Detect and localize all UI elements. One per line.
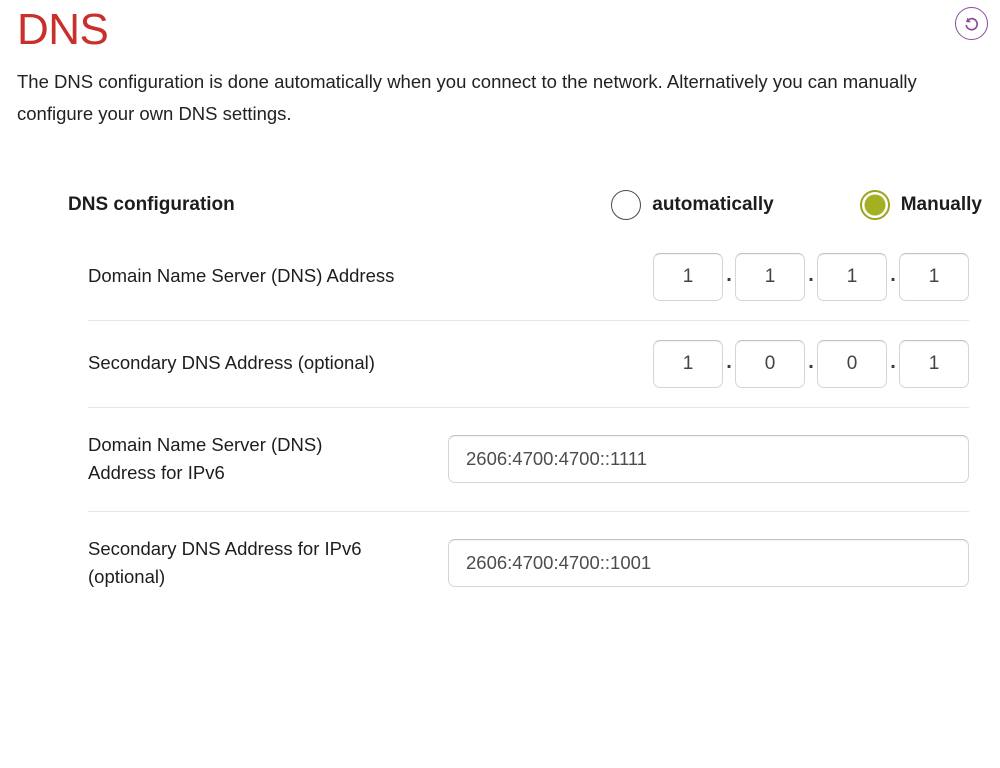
octet-separator: . [726,263,732,286]
secondary-dns-address-ipv6-label-line1: Secondary DNS Address for IPv6 [88,537,362,559]
dns-address-ipv6-label: Domain Name Server (DNS) Address for IPv… [88,431,440,488]
octet-separator: . [890,263,896,286]
dns-address-label: Domain Name Server (DNS) Address [88,265,395,287]
secondary-dns-address-octet-3[interactable]: 0 [817,339,887,388]
page-title: DNS [17,5,109,54]
secondary-dns-address-octet-group: 1 . 0 . 0 . 1 [653,339,969,388]
secondary-dns-address-ipv6-label: Secondary DNS Address for IPv6 (optional… [88,535,440,592]
dns-address-octet-4[interactable]: 1 [899,252,969,301]
dns-address-octet-2[interactable]: 1 [735,252,805,301]
page-header: DNS [0,0,1000,56]
dns-address-ipv6-label-line2: Address for IPv6 [88,462,225,484]
dns-address-octet-group: 1 . 1 . 1 . 1 [653,252,969,301]
radio-circle-manually[interactable] [859,189,890,220]
octet-separator: . [890,350,896,373]
secondary-dns-address-ipv6-label-line2: (optional) [88,566,166,588]
dns-address-octet-3[interactable]: 1 [817,252,887,301]
octet-separator: . [808,350,814,373]
octet-separator: . [726,350,732,373]
radio-option-automatically[interactable]: automatically [611,189,774,220]
secondary-dns-address-label: Secondary DNS Address (optional) [88,352,375,374]
page-description: The DNS configuration is done automatica… [17,70,917,124]
dns-settings-form: DNS configuration automatically Manually… [0,176,1000,615]
secondary-dns-address-ipv6-row: Secondary DNS Address for IPv6 (optional… [0,512,984,615]
secondary-dns-address-row: Secondary DNS Address (optional) 1 . 0 .… [0,321,984,407]
radio-label-manually: Manually [900,193,982,215]
dns-address-row: Domain Name Server (DNS) Address 1 . 1 .… [0,234,984,320]
secondary-dns-address-ipv6-input[interactable]: 2606:4700:4700::1001 [448,539,969,588]
reset-circular-arrow-icon [962,14,981,33]
reset-button[interactable] [955,7,988,40]
dns-address-ipv6-input[interactable]: 2606:4700:4700::1111 [448,435,969,484]
dns-configuration-label: DNS configuration [68,193,235,215]
radio-circle-automatically[interactable] [611,189,642,220]
secondary-dns-address-octet-2[interactable]: 0 [735,339,805,388]
dns-address-octet-1[interactable]: 1 [653,252,723,301]
octet-separator: . [808,263,814,286]
dns-address-ipv6-row: Domain Name Server (DNS) Address for IPv… [0,408,984,511]
secondary-dns-address-octet-4[interactable]: 1 [899,339,969,388]
radio-label-automatically: automatically [652,193,774,215]
dns-address-ipv6-label-line1: Domain Name Server (DNS) [88,433,323,455]
dns-configuration-row: DNS configuration automatically Manually [0,176,984,234]
secondary-dns-address-octet-1[interactable]: 1 [653,339,723,388]
radio-option-manually[interactable]: Manually [859,189,982,220]
dns-configuration-radio-group: automatically Manually [611,189,984,220]
